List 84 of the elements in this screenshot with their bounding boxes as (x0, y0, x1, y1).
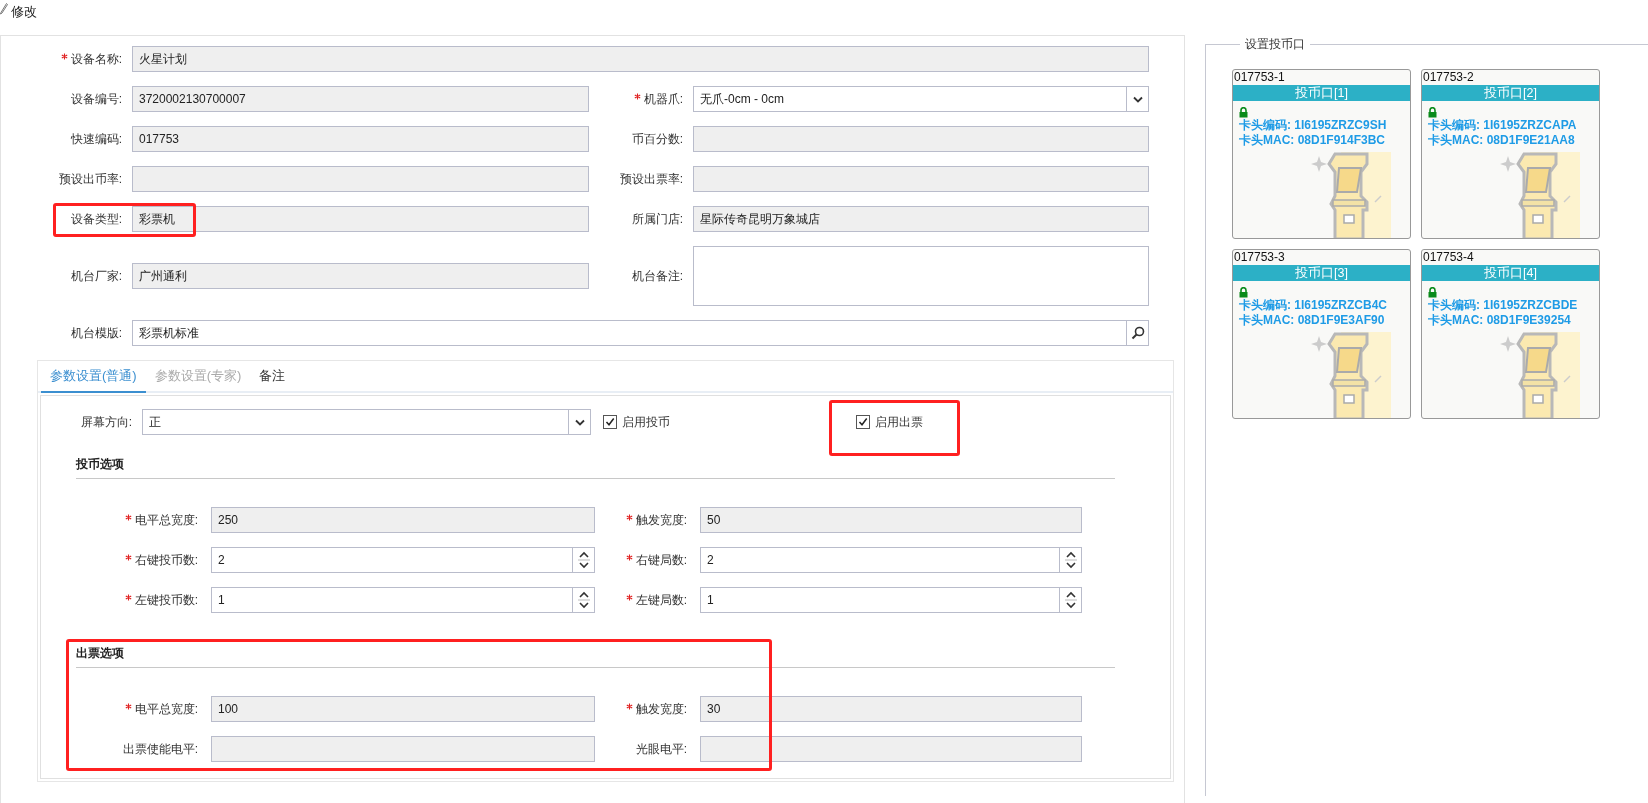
port-info: 卡头MAC: 08D1F9E3AF90 (1239, 313, 1386, 328)
search-icon[interactable] (1130, 326, 1145, 340)
field-label: 光眼电平: (635, 740, 687, 758)
field-label: 币百分数: (631, 130, 683, 148)
input-field[interactable] (211, 736, 595, 762)
tab[interactable]: 备注 (250, 361, 295, 393)
field-label: 右键局数: (635, 551, 687, 569)
number-field[interactable]: 1 (211, 587, 595, 613)
select-field[interactable]: 无爪-0cm - 0cm (693, 86, 1149, 112)
port-info: 卡头编码: 1I6195ZRZC9SH (1239, 118, 1388, 133)
field-label: 预设出票率: (619, 170, 683, 188)
field-label: 机台备注: (631, 267, 683, 285)
port-title: 投币口[4] (1422, 265, 1599, 281)
port-info: 卡头MAC: 08D1F9E39254 (1428, 313, 1572, 328)
input-field[interactable] (700, 736, 1082, 762)
input-field[interactable]: 3720002130700007 (132, 86, 589, 112)
checkbox[interactable] (603, 415, 617, 429)
tab[interactable]: 参数设置(普通) (41, 361, 146, 393)
port-info: 卡头MAC: 08D1F914F3BC (1239, 133, 1387, 148)
spinner-icon[interactable] (1064, 589, 1077, 611)
field-label: 机器爪: (643, 90, 683, 108)
port-info: 卡头编码: 1I6195ZRZCB4C (1239, 298, 1389, 313)
checkbox-label[interactable]: 启用出票 (875, 413, 923, 431)
number-field[interactable]: 2 (700, 547, 1082, 573)
field-label: 触发宽度: (635, 511, 687, 529)
search-field[interactable]: 彩票机标准 (132, 320, 1149, 346)
port-title: 投币口[1] (1233, 85, 1410, 101)
number-field[interactable]: 1 (700, 587, 1082, 613)
section-title: 投币选项 (76, 457, 124, 471)
port-card[interactable]: 017753-4 投币口[4] 卡头编码: 1I6195ZRZCBDE 卡头MAC: 08D1F9E39254 (1421, 249, 1600, 419)
input-field[interactable] (693, 166, 1149, 192)
field-label: 预设出币率: (58, 170, 122, 188)
field-label: 屏幕方向: (80, 413, 132, 431)
input-field[interactable]: 广州通利 (132, 263, 589, 289)
field-label: 左键局数: (635, 591, 687, 609)
caret-icon (574, 418, 585, 426)
field-label: 机台厂家: (70, 267, 122, 285)
field-label: 触发宽度: (635, 700, 687, 718)
section-title: 出票选项 (76, 646, 124, 660)
input-field[interactable]: 017753 (132, 126, 589, 152)
field-label: 设备名称: (70, 50, 122, 68)
port-card[interactable]: 017753-1 投币口[1] 卡头编码: 1I6195ZRZC9SH 卡头MAC: 08D1F914F3BC (1232, 69, 1411, 239)
field-label: 电平总宽度: (134, 700, 198, 718)
field-label: 出票使能电平: (122, 740, 198, 758)
field-label: 设备类型: (70, 210, 122, 228)
input-field[interactable]: 30 (700, 696, 1082, 722)
input-field[interactable]: 250 (211, 507, 595, 533)
input-field[interactable] (132, 166, 589, 192)
port-id: 017753-3 (1233, 250, 1286, 265)
field-label: 右键投币数: (134, 551, 198, 569)
port-card[interactable]: 017753-3 投币口[3] 卡头编码: 1I6195ZRZCB4C 卡头MAC: 08D1F9E3AF90 (1232, 249, 1411, 419)
spinner-icon[interactable] (577, 549, 590, 571)
page-title: 修改 (11, 3, 37, 21)
port-info: 卡头编码: 1I6195ZRZCAPA (1428, 118, 1578, 133)
select-field[interactable]: 正 (142, 409, 591, 435)
number-field[interactable]: 2 (211, 547, 595, 573)
checkbox[interactable] (856, 415, 870, 429)
field-label: 机台模版: (70, 324, 122, 342)
input-field[interactable]: 100 (211, 696, 595, 722)
input-field[interactable]: 50 (700, 507, 1082, 533)
field-label: 设备编号: (70, 90, 122, 108)
port-id: 017753-4 (1422, 250, 1475, 265)
field-label: 所属门店: (631, 210, 683, 228)
input-field[interactable]: 火星计划 (132, 46, 1149, 72)
field-label: 左键投币数: (134, 591, 198, 609)
caret-icon (1132, 95, 1143, 103)
port-info: 卡头MAC: 08D1F9E21AA8 (1428, 133, 1576, 148)
input-field[interactable]: 星际传奇昆明万象城店 (693, 206, 1149, 232)
port-id: 017753-1 (1233, 70, 1286, 85)
group-title: 设置投币口 (1244, 36, 1306, 53)
input-field[interactable] (693, 126, 1149, 152)
port-title: 投币口[2] (1422, 85, 1599, 101)
port-card[interactable]: 017753-2 投币口[2] 卡头编码: 1I6195ZRZCAPA 卡头MAC: 08D1F9E21AA8 (1421, 69, 1600, 239)
input-field[interactable]: 彩票机 (132, 206, 589, 232)
port-info: 卡头编码: 1I6195ZRZCBDE (1428, 298, 1579, 313)
checkbox-label[interactable]: 启用投币 (622, 413, 670, 431)
field-label: 快速编码: (70, 130, 122, 148)
edit-icon (0, 3, 8, 15)
port-id: 017753-2 (1422, 70, 1475, 85)
field-label: 电平总宽度: (134, 511, 198, 529)
spinner-icon[interactable] (1064, 549, 1077, 571)
port-title: 投币口[3] (1233, 265, 1410, 281)
textarea-field[interactable] (693, 246, 1149, 306)
spinner-icon[interactable] (577, 589, 590, 611)
